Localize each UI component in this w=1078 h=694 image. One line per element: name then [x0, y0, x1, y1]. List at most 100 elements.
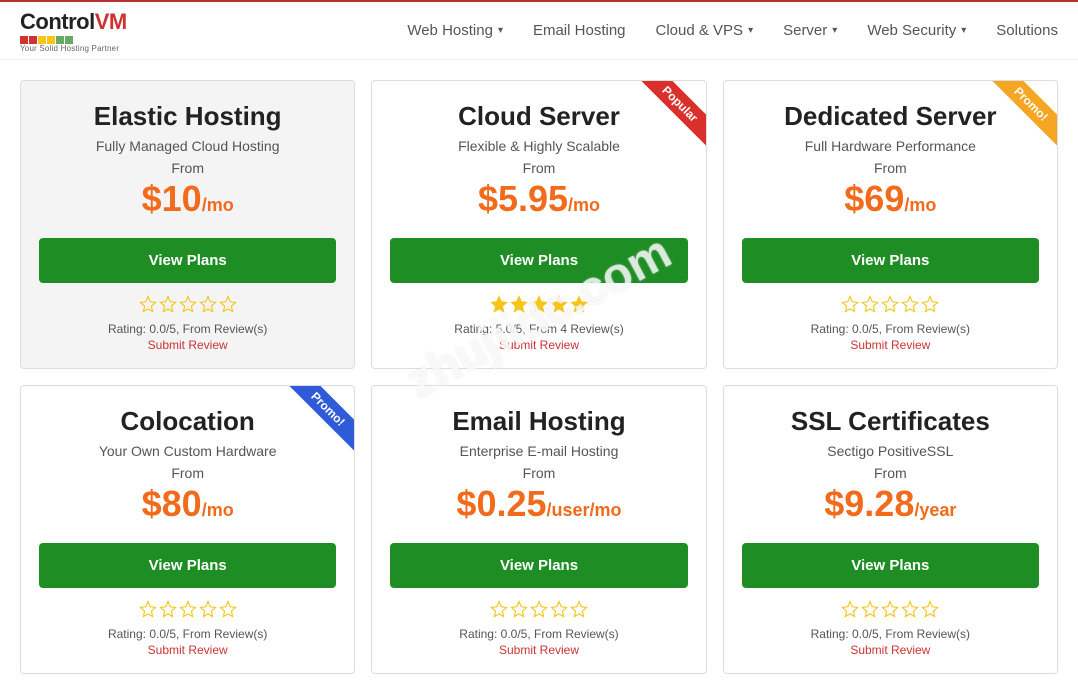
- nav-item-web-hosting[interactable]: Web Hosting ▾: [407, 22, 503, 39]
- star-icon: [159, 295, 177, 318]
- star-icon: [510, 295, 528, 318]
- pricing-card-ssl-certificates: SSL CertificatesSectigo PositiveSSLFrom$…: [723, 385, 1058, 674]
- pricing-card-cloud-server: PopularCloud ServerFlexible & Highly Sca…: [371, 80, 706, 369]
- nav-label: Web Hosting: [407, 22, 493, 39]
- star-rating: [39, 600, 336, 623]
- chevron-down-icon: ▾: [961, 25, 966, 36]
- logo-text: ControlVM: [20, 9, 127, 35]
- logo[interactable]: ControlVM Your Solid Hosting Partner: [20, 9, 127, 53]
- header: ControlVM Your Solid Hosting Partner Web…: [0, 0, 1078, 60]
- nav-label: Cloud & VPS: [656, 22, 744, 39]
- star-icon: [159, 600, 177, 623]
- view-plans-button[interactable]: View Plans: [390, 238, 687, 283]
- star-icon: [179, 295, 197, 318]
- star-icon: [219, 600, 237, 623]
- nav-item-web-security[interactable]: Web Security ▾: [867, 22, 966, 39]
- star-rating: [742, 600, 1039, 623]
- submit-review-link[interactable]: Submit Review: [742, 338, 1039, 352]
- submit-review-link[interactable]: Submit Review: [742, 643, 1039, 657]
- card-title: Dedicated Server: [742, 101, 1039, 132]
- star-icon: [861, 600, 879, 623]
- star-icon: [841, 600, 859, 623]
- star-icon: [921, 295, 939, 318]
- view-plans-button[interactable]: View Plans: [39, 238, 336, 283]
- card-price: $10/mo: [39, 178, 336, 220]
- card-subtitle: Fully Managed Cloud Hosting: [39, 138, 336, 154]
- star-icon: [861, 295, 879, 318]
- nav-item-cloud-vps[interactable]: Cloud & VPS ▾: [656, 22, 754, 39]
- rating-text: Rating: 0.0/5, From Review(s): [390, 627, 687, 641]
- card-title: Cloud Server: [390, 101, 687, 132]
- rating-text: Rating: 0.0/5, From Review(s): [742, 322, 1039, 336]
- star-icon: [570, 600, 588, 623]
- view-plans-button[interactable]: View Plans: [390, 543, 687, 588]
- star-icon: [841, 295, 859, 318]
- star-icon: [921, 600, 939, 623]
- card-price: $9.28/year: [742, 483, 1039, 525]
- card-title: SSL Certificates: [742, 406, 1039, 437]
- chevron-down-icon: ▾: [832, 25, 837, 36]
- star-icon: [530, 295, 548, 318]
- star-icon: [530, 600, 548, 623]
- submit-review-link[interactable]: Submit Review: [390, 643, 687, 657]
- nav-label: Web Security: [867, 22, 956, 39]
- pricing-card-dedicated-server: Promo!Dedicated ServerFull Hardware Perf…: [723, 80, 1058, 369]
- star-rating: [39, 295, 336, 318]
- chevron-down-icon: ▾: [498, 25, 503, 36]
- rating-text: Rating: 0.0/5, From Review(s): [742, 627, 1039, 641]
- star-icon: [550, 295, 568, 318]
- card-title: Elastic Hosting: [39, 101, 336, 132]
- submit-review-link[interactable]: Submit Review: [39, 643, 336, 657]
- rating-text: Rating: 5.0/5, From 4 Review(s): [390, 322, 687, 336]
- card-from-label: From: [742, 465, 1039, 481]
- submit-review-link[interactable]: Submit Review: [390, 338, 687, 352]
- view-plans-button[interactable]: View Plans: [39, 543, 336, 588]
- nav-item-email-hosting[interactable]: Email Hosting: [533, 22, 626, 39]
- card-subtitle: Your Own Custom Hardware: [39, 443, 336, 459]
- nav-item-solutions[interactable]: Solutions: [996, 22, 1058, 39]
- logo-squares-icon: [20, 36, 127, 44]
- card-from-label: From: [39, 465, 336, 481]
- star-icon: [881, 600, 899, 623]
- nav-label: Email Hosting: [533, 22, 626, 39]
- rating-text: Rating: 0.0/5, From Review(s): [39, 322, 336, 336]
- card-subtitle: Enterprise E-mail Hosting: [390, 443, 687, 459]
- star-icon: [550, 600, 568, 623]
- pricing-grid: Elastic Hosting Fully Managed Cloud Hosti…: [0, 60, 1078, 694]
- nav-label: Solutions: [996, 22, 1058, 39]
- card-subtitle: Full Hardware Performance: [742, 138, 1039, 154]
- star-icon: [490, 295, 508, 318]
- card-title: Colocation: [39, 406, 336, 437]
- card-from-label: From: [39, 160, 336, 176]
- card-price: $0.25/user/mo: [390, 483, 687, 525]
- star-icon: [199, 295, 217, 318]
- card-price: $69/mo: [742, 178, 1039, 220]
- star-rating: [390, 295, 687, 318]
- pricing-card-colocation: Promo!ColocationYour Own Custom Hardware…: [20, 385, 355, 674]
- logo-tagline: Your Solid Hosting Partner: [20, 44, 127, 53]
- star-rating: [742, 295, 1039, 318]
- card-subtitle: Flexible & Highly Scalable: [390, 138, 687, 154]
- main-nav: Web Hosting▾Email HostingCloud & VPS▾Ser…: [407, 22, 1058, 39]
- chevron-down-icon: ▾: [748, 25, 753, 36]
- star-icon: [510, 600, 528, 623]
- star-icon: [881, 295, 899, 318]
- card-from-label: From: [742, 160, 1039, 176]
- rating-text: Rating: 0.0/5, From Review(s): [39, 627, 336, 641]
- view-plans-button[interactable]: View Plans: [742, 543, 1039, 588]
- nav-item-server[interactable]: Server▾: [783, 22, 837, 39]
- pricing-card-elastic-hosting: Elastic Hosting Fully Managed Cloud Hosti…: [20, 80, 355, 369]
- star-icon: [219, 295, 237, 318]
- star-icon: [901, 295, 919, 318]
- star-icon: [490, 600, 508, 623]
- star-rating: [390, 600, 687, 623]
- star-icon: [139, 295, 157, 318]
- card-from-label: From: [390, 465, 687, 481]
- star-icon: [139, 600, 157, 623]
- view-plans-button[interactable]: View Plans: [742, 238, 1039, 283]
- card-title: Email Hosting: [390, 406, 687, 437]
- card-from-label: From: [390, 160, 687, 176]
- pricing-card-email-hosting: Email Hosting Enterprise E-mail Hosting Fr…: [371, 385, 706, 674]
- card-price: $5.95/mo: [390, 178, 687, 220]
- submit-review-link[interactable]: Submit Review: [39, 338, 336, 352]
